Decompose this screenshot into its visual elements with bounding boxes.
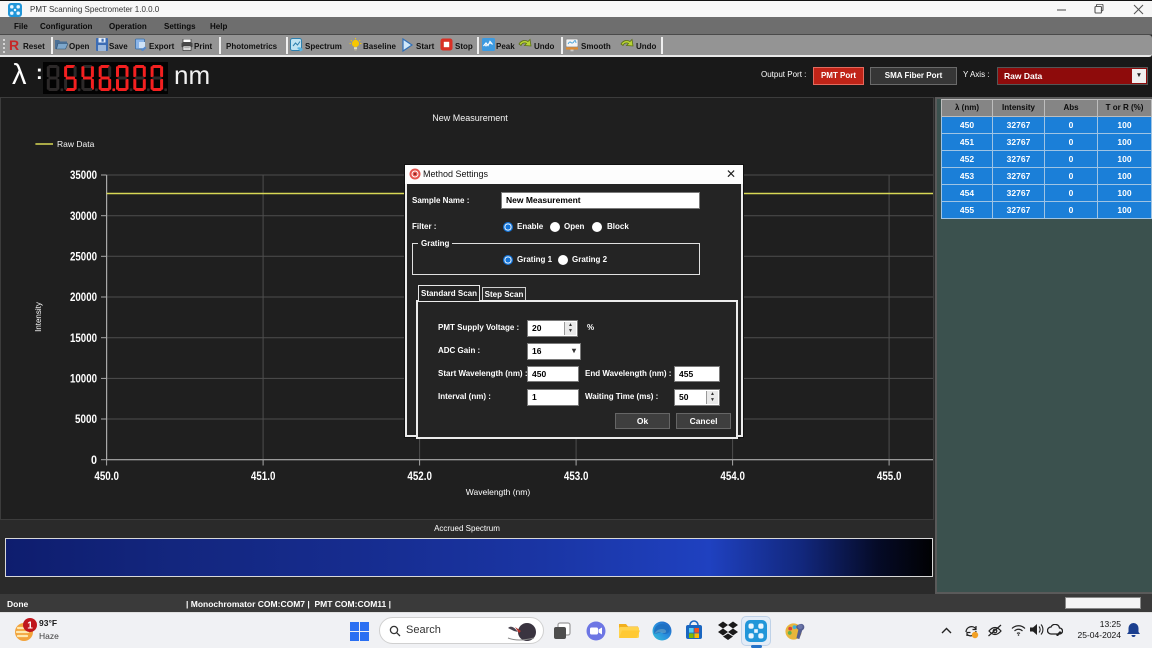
svg-text:0: 0 (91, 453, 97, 467)
svg-text:453.0: 453.0 (564, 469, 589, 483)
svg-text:Raw Data: Raw Data (57, 139, 95, 149)
svg-text:R: R (9, 38, 19, 52)
svg-text:30000: 30000 (70, 209, 97, 223)
svg-text:20000: 20000 (70, 290, 97, 304)
svg-text:10000: 10000 (70, 372, 97, 386)
svg-text:5000: 5000 (75, 412, 97, 426)
svg-text:455.0: 455.0 (877, 469, 902, 483)
svg-text:New Measurement: New Measurement (432, 113, 508, 123)
svg-text:Intensity: Intensity (34, 302, 43, 332)
svg-text:Wavelength (nm): Wavelength (nm) (466, 487, 531, 497)
svg-text:450.0: 450.0 (94, 469, 119, 483)
svg-text:454.0: 454.0 (720, 469, 745, 483)
svg-text:1: 1 (27, 621, 33, 632)
svg-text:451.0: 451.0 (251, 469, 276, 483)
svg-text:25000: 25000 (70, 250, 97, 264)
svg-text:452.0: 452.0 (407, 469, 432, 483)
svg-text:15000: 15000 (70, 331, 97, 345)
svg-text:35000: 35000 (70, 168, 97, 182)
